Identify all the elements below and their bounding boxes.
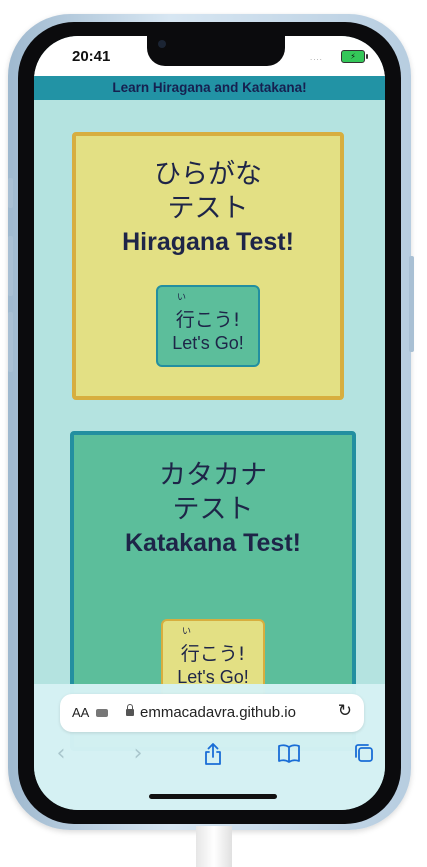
safari-toolbar: AA emmacadavra.github.io ↻ ‹ › <box>34 684 385 810</box>
volume-down-button <box>8 312 13 372</box>
hiragana-title-jp-2: テスト <box>167 193 249 224</box>
power-button <box>409 256 414 352</box>
text-size-button[interactable]: AA <box>72 705 89 720</box>
notch <box>147 36 285 66</box>
button-label-en: Let's Go! <box>172 333 244 353</box>
camera-icon <box>158 40 166 48</box>
button-ruby: い <box>177 293 187 303</box>
hiragana-card: ひらがな テスト Hiragana Test! い 行こう! Let's Go! <box>72 132 344 400</box>
volume-up-button <box>8 236 13 296</box>
home-indicator <box>149 794 277 799</box>
extension-icon[interactable] <box>96 709 108 717</box>
page-header: Learn Hiragana and Katakana! <box>34 76 385 100</box>
tabs-icon[interactable] <box>349 742 379 770</box>
mute-switch <box>8 178 13 208</box>
lock-icon <box>126 704 134 716</box>
charging-cable <box>196 826 232 867</box>
share-icon[interactable] <box>198 742 228 772</box>
hiragana-title-en: Hiragana Test! <box>122 228 294 256</box>
phone-screen: 20:41 .... ⚡ Learn Hiragana and Katakana… <box>34 36 385 810</box>
back-icon[interactable]: ‹ <box>46 742 76 766</box>
page-title: Learn Hiragana and Katakana! <box>112 80 307 95</box>
button-label-jp: 行こう! <box>180 643 246 665</box>
bookmarks-icon[interactable] <box>274 742 304 770</box>
status-time: 20:41 <box>72 48 111 65</box>
katakana-title-en: Katakana Test! <box>125 529 301 557</box>
hiragana-go-button[interactable]: い 行こう! Let's Go! <box>156 285 260 367</box>
battery-icon: ⚡ <box>341 50 368 63</box>
hiragana-title-jp-1: ひらがな <box>154 159 262 190</box>
address-bar[interactable]: AA emmacadavra.github.io ↻ <box>60 694 364 732</box>
url-text[interactable]: emmacadavra.github.io <box>140 704 296 721</box>
forward-icon[interactable]: › <box>123 742 153 766</box>
button-ruby: い <box>182 627 192 637</box>
reload-icon[interactable]: ↻ <box>338 701 352 721</box>
signal-icon: .... <box>310 54 323 62</box>
button-label-jp: 行こう! <box>175 309 241 331</box>
katakana-title-jp-2: テスト <box>172 494 254 525</box>
katakana-title-jp-1: カタカナ <box>159 460 267 491</box>
